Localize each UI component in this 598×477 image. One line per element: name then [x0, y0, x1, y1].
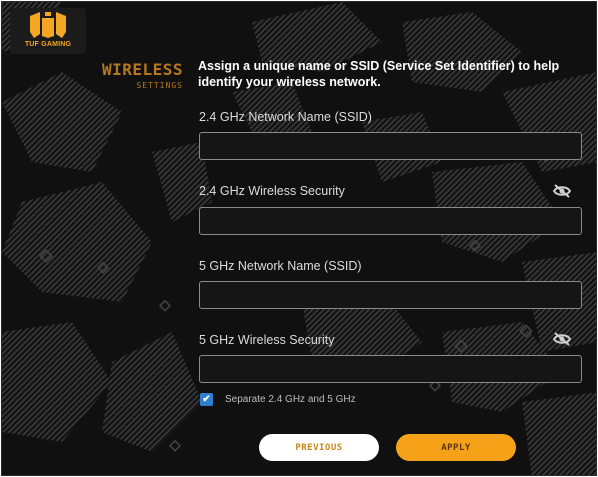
checkmark-icon: ✔: [202, 394, 211, 405]
section-title: WIRELESS: [101, 60, 183, 79]
tuf-gaming-logo: TUF GAMING: [10, 8, 86, 54]
eye-slash-icon[interactable]: [552, 183, 572, 199]
eye-slash-icon[interactable]: [552, 331, 572, 347]
separate-bands-option: ✔ Separate 2.4 GHz and 5 GHz: [200, 393, 356, 406]
security-5ghz-input[interactable]: [199, 355, 582, 383]
ssid-5ghz-input[interactable]: [199, 281, 582, 309]
intro-text: Assign a unique name or SSID (Service Se…: [198, 59, 560, 89]
ssid-24ghz-input[interactable]: [199, 132, 582, 160]
separate-bands-checkbox[interactable]: ✔: [200, 393, 213, 406]
logo-text: TUF GAMING: [24, 41, 72, 48]
previous-button[interactable]: PREVIOUS: [259, 434, 379, 461]
security-24ghz-input[interactable]: [199, 207, 582, 235]
section-subtitle: SETTINGS: [136, 81, 183, 90]
ssid-5ghz-label: 5 GHz Network Name (SSID): [199, 259, 362, 273]
security-24ghz-label: 2.4 GHz Wireless Security: [199, 184, 345, 198]
security-5ghz-label: 5 GHz Wireless Security: [199, 333, 335, 347]
apply-button[interactable]: APPLY: [396, 434, 516, 461]
separate-bands-label: Separate 2.4 GHz and 5 GHz: [225, 394, 356, 405]
tuf-logo-icon: [30, 12, 66, 38]
wireless-settings-panel: TUF GAMING WIRELESS SETTINGS Assign a un…: [1, 1, 597, 476]
ssid-24ghz-label: 2.4 GHz Network Name (SSID): [199, 110, 372, 124]
